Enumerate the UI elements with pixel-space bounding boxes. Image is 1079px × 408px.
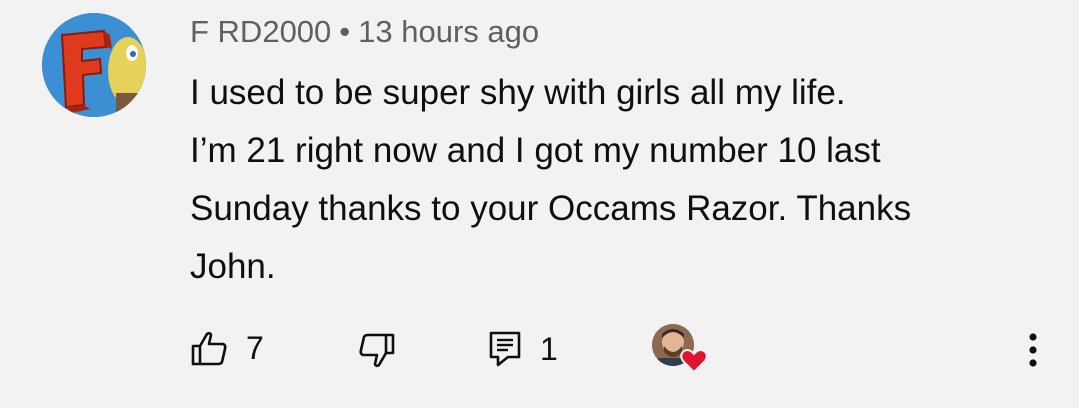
thumbs-down-icon <box>358 332 396 368</box>
comment-timestamp[interactable]: 13 hours ago <box>358 14 539 49</box>
thumbs-up-icon <box>190 331 228 367</box>
heart-icon <box>680 348 708 374</box>
comment-text: I used to be super shy with girls all my… <box>190 64 1040 296</box>
more-options-button[interactable] <box>1018 328 1048 372</box>
like-count: 7 <box>246 330 264 366</box>
comment-text-line: Sunday thanks to your Occams Razor. Than… <box>190 189 912 228</box>
dislike-button[interactable] <box>358 332 396 368</box>
comment-text-line: I’m 21 right now and I got my number 10 … <box>190 131 881 170</box>
comment-text-line: I used to be super shy with girls all my… <box>190 73 846 112</box>
comment-icon <box>488 330 522 368</box>
comment-meta: F RD2000 • 13 hours ago <box>190 14 539 50</box>
reply-count: 1 <box>540 330 558 367</box>
comment-text-line: John. <box>190 247 276 286</box>
like-button[interactable]: 7 <box>190 330 264 367</box>
author-avatar[interactable]: F <box>42 13 146 117</box>
more-vertical-icon <box>1028 332 1038 368</box>
comment-actions: 7 1 <box>0 320 1079 380</box>
author-name[interactable]: F RD2000 <box>190 14 331 49</box>
creator-heart-badge <box>652 324 708 376</box>
comment-thread: F F RD2000 • 13 hours ago I used to be sup… <box>0 0 1079 408</box>
meta-separator: • <box>339 14 351 49</box>
reply-button[interactable]: 1 <box>488 330 558 368</box>
